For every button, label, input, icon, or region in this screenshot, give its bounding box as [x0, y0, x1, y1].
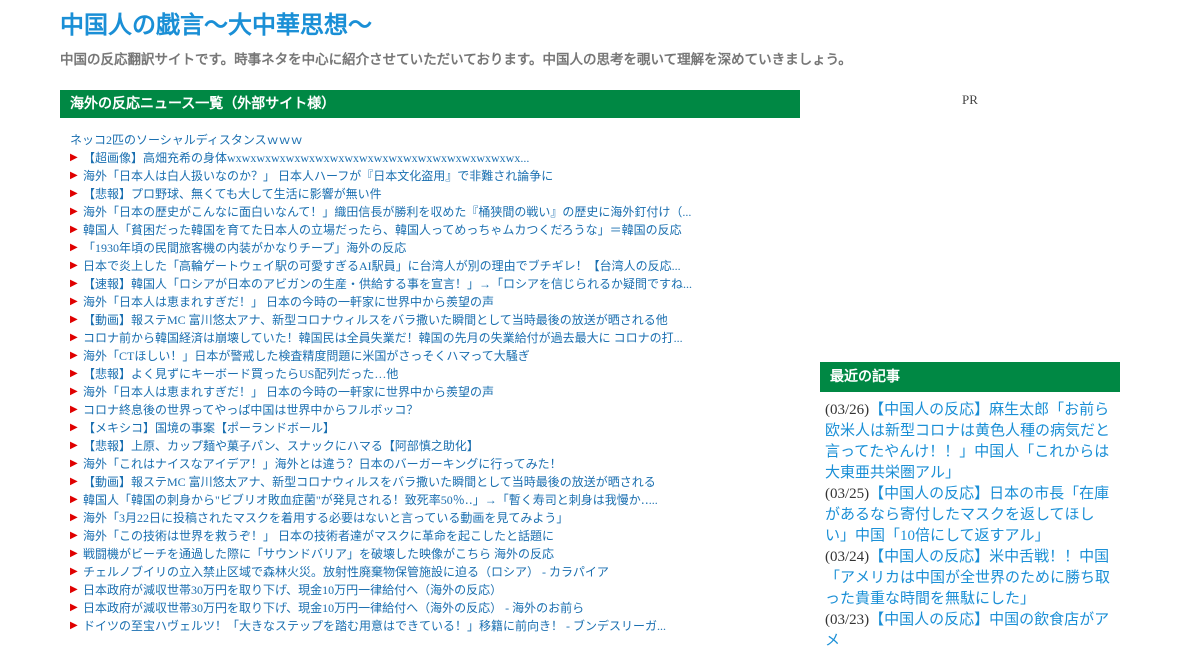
triangle-right-icon: ▶ [70, 566, 78, 577]
triangle-right-icon: ▶ [70, 188, 78, 199]
news-list-item: ▶ 【動画】報ステMC 富川悠太アナ、新型コロナウィルスをバラ撒いた瞬間として当時… [70, 473, 790, 491]
triangle-right-icon: ▶ [70, 314, 78, 325]
news-link[interactable]: 【メキシコ】国境の事案【ポーランドボール】 [83, 421, 335, 435]
triangle-right-icon: ▶ [70, 386, 78, 397]
news-link[interactable]: 「1930年頃の民間旅客機の内装がかなりチープ」海外の反応 [83, 241, 406, 255]
triangle-right-icon: ▶ [70, 584, 78, 595]
news-link[interactable]: 海外「日本人は恵まれすぎだ！」 日本の今時の一軒家に世界中から羨望の声 [83, 385, 494, 399]
news-list-item: ▶ 【メキシコ】国境の事案【ポーランドボール】 [70, 419, 790, 437]
news-link[interactable]: 韓国人「貧困だった韓国を育てた日本人の立場だったら、韓国人ってめっちゃムカつくだ… [83, 223, 682, 237]
triangle-right-icon: ▶ [70, 368, 78, 379]
recent-articles-list: (03/26)【中国人の反応】麻生太郎「お前ら欧米人は新型コロナは黄色人種の病気… [825, 400, 1110, 652]
news-link[interactable]: 海外「CTほしい！」日本が警戒した検査精度問題に米国がさっそくハマって大騒ぎ [83, 349, 530, 363]
news-list-item: ▶ 【悲報】よく見ずにキーボード買ったらUS配列だった…他 [70, 365, 790, 383]
news-list-item: ▶ 海外「3月22日に投稿されたマスクを着用する必要はないと言っている動画を見てみ… [70, 509, 790, 527]
news-list: ▶ネッコ2匹のソーシャルディスタンスｗｗｗ▶【超画像】高畑充希の身体wxwxwx… [70, 131, 790, 635]
news-link[interactable]: 海外「この技術は世界を救うぞ！」 日本の技術者達がマスクに革命を起こしたと話題に [83, 529, 554, 543]
triangle-right-icon: ▶ [70, 620, 78, 631]
news-link[interactable]: ドイツの至宝ハヴェルツ！「大きなステップを踏む用意はできている！」移籍に前向き！… [83, 619, 666, 633]
news-widget-header: 海外の反応ニュース一覧（外部サイト様） [60, 90, 800, 118]
news-list-item: ▶ チェルノブイリの立入禁止区域で森林火災。放射性廃棄物保管施設に迫る（ロシア） … [70, 563, 790, 581]
news-link[interactable]: コロナ前から韓国経済は崩壊していた！韓国民は全員失業だ！韓国の先月の失業給付が過… [83, 331, 683, 345]
news-link[interactable]: 【悲報】よく見ずにキーボード買ったらUS配列だった…他 [83, 367, 398, 381]
recent-article-item: (03/23)【中国人の反応】中国の飲食店がアメ [825, 610, 1110, 652]
news-list-item: ▶ コロナ前から韓国経済は崩壊していた！韓国民は全員失業だ！韓国の先月の失業給付が… [70, 329, 790, 347]
triangle-right-icon: ▶ [70, 530, 78, 541]
news-list-item: ▶ 日本政府が減収世帯30万円を取り下げ、現金10万円一律給付へ（海外の反応） [70, 581, 790, 599]
news-list-item: ▶ 「1930年頃の民間旅客機の内装がかなりチープ」海外の反応 [70, 239, 790, 257]
triangle-right-icon: ▶ [70, 404, 78, 415]
site-title[interactable]: 中国人の戯言～大中華思想～ [60, 8, 372, 42]
triangle-right-icon: ▶ [70, 350, 78, 361]
triangle-right-icon: ▶ [70, 548, 78, 559]
triangle-right-icon: ▶ [70, 476, 78, 487]
triangle-right-icon: ▶ [70, 440, 78, 451]
recent-article-item: (03/24)【中国人の反応】米中舌戦！！中国「アメリカは中国が全世界のために勝… [825, 547, 1110, 610]
news-list-item: ▶ネッコ2匹のソーシャルディスタンスｗｗｗ [70, 131, 790, 149]
triangle-right-icon: ▶ [70, 296, 78, 307]
recent-article-item: (03/25)【中国人の反応】日本の市長「在庫があるなら寄付したマスクを返してほ… [825, 484, 1110, 547]
triangle-right-icon: ▶ [70, 332, 78, 343]
news-link[interactable]: 海外「日本の歴史がこんなに面白いなんて！」織田信長が勝利を収めた『桶狭間の戦い』… [83, 205, 691, 219]
news-link[interactable]: 【速報】韓国人「ロシアが日本のアビガンの生産・供給する事を宣言！」→「ロシアを信… [83, 277, 692, 291]
recent-article-date: (03/26) [825, 402, 870, 418]
news-link[interactable]: チェルノブイリの立入禁止区域で森林火災。放射性廃棄物保管施設に迫る（ロシア） -… [83, 565, 609, 579]
news-list-item: ▶ 日本政府が減収世帯30万円を取り下げ、現金10万円一律給付へ（海外の反応） -… [70, 599, 790, 617]
news-link[interactable]: コロナ終息後の世界ってやっぱ中国は世界中からフルボッコ？ [83, 403, 418, 417]
triangle-right-icon: ▶ [70, 422, 78, 433]
triangle-right-icon: ▶ [70, 260, 78, 271]
triangle-right-icon: ▶ [70, 224, 78, 235]
news-list-item: ▶ 海外「日本人は白人扱いなのか？」 日本人ハーフが『日本文化盗用』で非難され論争… [70, 167, 790, 185]
news-link[interactable]: 日本政府が減収世帯30万円を取り下げ、現金10万円一律給付へ（海外の反応） - … [83, 601, 584, 615]
news-list-item: ▶ 韓国人「貧困だった韓国を育てた日本人の立場だったら、韓国人ってめっちゃムカつく… [70, 221, 790, 239]
triangle-right-icon: ▶ [70, 170, 78, 181]
recent-article-date: (03/23) [825, 612, 870, 628]
triangle-right-icon: ▶ [70, 278, 78, 289]
recent-article-date: (03/25) [825, 486, 870, 502]
news-link[interactable]: 【動画】報ステMC 富川悠太アナ、新型コロナウィルスをバラ撒いた瞬間として当時最… [83, 475, 656, 489]
news-link[interactable]: 日本政府が減収世帯30万円を取り下げ、現金10万円一律給付へ（海外の反応） [83, 583, 502, 597]
recent-article-date: (03/24) [825, 549, 870, 565]
news-link[interactable]: ネッコ2匹のソーシャルディスタンスｗｗｗ [70, 133, 303, 147]
news-link[interactable]: 【動画】報ステMC 富川悠太アナ、新型コロナウィルスをバラ撒いた瞬間として当時最… [83, 313, 668, 327]
news-list-item: ▶ 韓国人「韓国の刺身から"ビブリオ敗血症菌"が発見される！致死率50％‥」→「暫… [70, 491, 790, 509]
site-description: 中国の反応翻訳サイトです。時事ネタを中心に紹介させていただいております。中国人の… [60, 52, 852, 68]
news-list-item: ▶ 【超画像】高畑充希の身体wxwxwxwxwxwxwxwxwxwxwxwxwxw… [70, 149, 790, 167]
news-link[interactable]: 【悲報】プロ野球、無くても大して生活に影響が無い件 [83, 187, 382, 201]
triangle-right-icon: ▶ [70, 458, 78, 469]
triangle-right-icon: ▶ [70, 512, 78, 523]
triangle-right-icon: ▶ [70, 494, 78, 505]
news-list-item: ▶ 海外「CTほしい！」日本が警戒した検査精度問題に米国がさっそくハマって大騒ぎ [70, 347, 790, 365]
news-link[interactable]: 海外「日本人は白人扱いなのか？」 日本人ハーフが『日本文化盗用』で非難され論争に [83, 169, 553, 183]
news-link[interactable]: 日本で炎上した「高輪ゲートウェイ駅の可愛すぎるAI駅員」に台湾人が別の理由でブチ… [83, 259, 681, 273]
news-list-item: ▶ 【悲報】プロ野球、無くても大して生活に影響が無い件 [70, 185, 790, 203]
news-list-item: ▶ 【悲報】上原、カップ麺や菓子パン、スナックにハマる【阿部慎之助化】 [70, 437, 790, 455]
news-list-item: ▶ 海外「日本人は恵まれすぎだ！」 日本の今時の一軒家に世界中から羨望の声 [70, 383, 790, 401]
news-link[interactable]: 【超画像】高畑充希の身体wxwxwxwxwxwxwxwxwxwxwxwxwxwx… [83, 151, 529, 165]
triangle-right-icon: ▶ [70, 152, 78, 163]
pr-label: PR [962, 92, 978, 107]
news-link[interactable]: 【悲報】上原、カップ麺や菓子パン、スナックにハマる【阿部慎之助化】 [83, 439, 479, 453]
recent-articles-header: 最近の記事 [820, 362, 1120, 392]
news-list-item: ▶ 【動画】報ステMC 富川悠太アナ、新型コロナウィルスをバラ撒いた瞬間として当時… [70, 311, 790, 329]
news-list-item: ▶ 【速報】韓国人「ロシアが日本のアビガンの生産・供給する事を宣言！」→「ロシアを… [70, 275, 790, 293]
triangle-right-icon: ▶ [70, 602, 78, 613]
triangle-right-icon: ▶ [70, 206, 78, 217]
news-link[interactable]: 戦闘機がビーチを通過した際に「サウンドバリア」を破壊した映像がこちら 海外の反応 [83, 547, 554, 561]
news-link[interactable]: 海外「3月22日に投稿されたマスクを着用する必要はないと言っている動画を見てみよ… [83, 511, 568, 525]
recent-article-item: (03/26)【中国人の反応】麻生太郎「お前ら欧米人は新型コロナは黄色人種の病気… [825, 400, 1110, 484]
news-list-item: ▶ 海外「この技術は世界を救うぞ！」 日本の技術者達がマスクに革命を起こしたと話題… [70, 527, 790, 545]
news-link[interactable]: 海外「日本人は恵まれすぎだ！」 日本の今時の一軒家に世界中から羨望の声 [83, 295, 494, 309]
news-list-item: ▶ ドイツの至宝ハヴェルツ！「大きなステップを踏む用意はできている！」移籍に前向き… [70, 617, 790, 635]
news-list-item: ▶ 戦闘機がビーチを通過した際に「サウンドバリア」を破壊した映像がこちら 海外の反… [70, 545, 790, 563]
triangle-right-icon: ▶ [70, 242, 78, 253]
news-list-item: ▶ 海外「日本の歴史がこんなに面白いなんて！」織田信長が勝利を収めた『桶狭間の戦い… [70, 203, 790, 221]
news-link[interactable]: 韓国人「韓国の刺身から"ビブリオ敗血症菌"が発見される！致死率50％‥」→「暫く… [83, 493, 658, 507]
news-list-item: ▶ 日本で炎上した「高輪ゲートウェイ駅の可愛すぎるAI駅員」に台湾人が別の理由でブ… [70, 257, 790, 275]
news-list-item: ▶ 海外「日本人は恵まれすぎだ！」 日本の今時の一軒家に世界中から羨望の声 [70, 293, 790, 311]
news-list-item: ▶ コロナ終息後の世界ってやっぱ中国は世界中からフルボッコ？ [70, 401, 790, 419]
news-list-item: ▶ 海外「これはナイスなアイデア！」海外とは違う？日本のバーガーキングに行ってみた… [70, 455, 790, 473]
news-link[interactable]: 海外「これはナイスなアイデア！」海外とは違う？日本のバーガーキングに行ってみた！ [83, 457, 562, 471]
